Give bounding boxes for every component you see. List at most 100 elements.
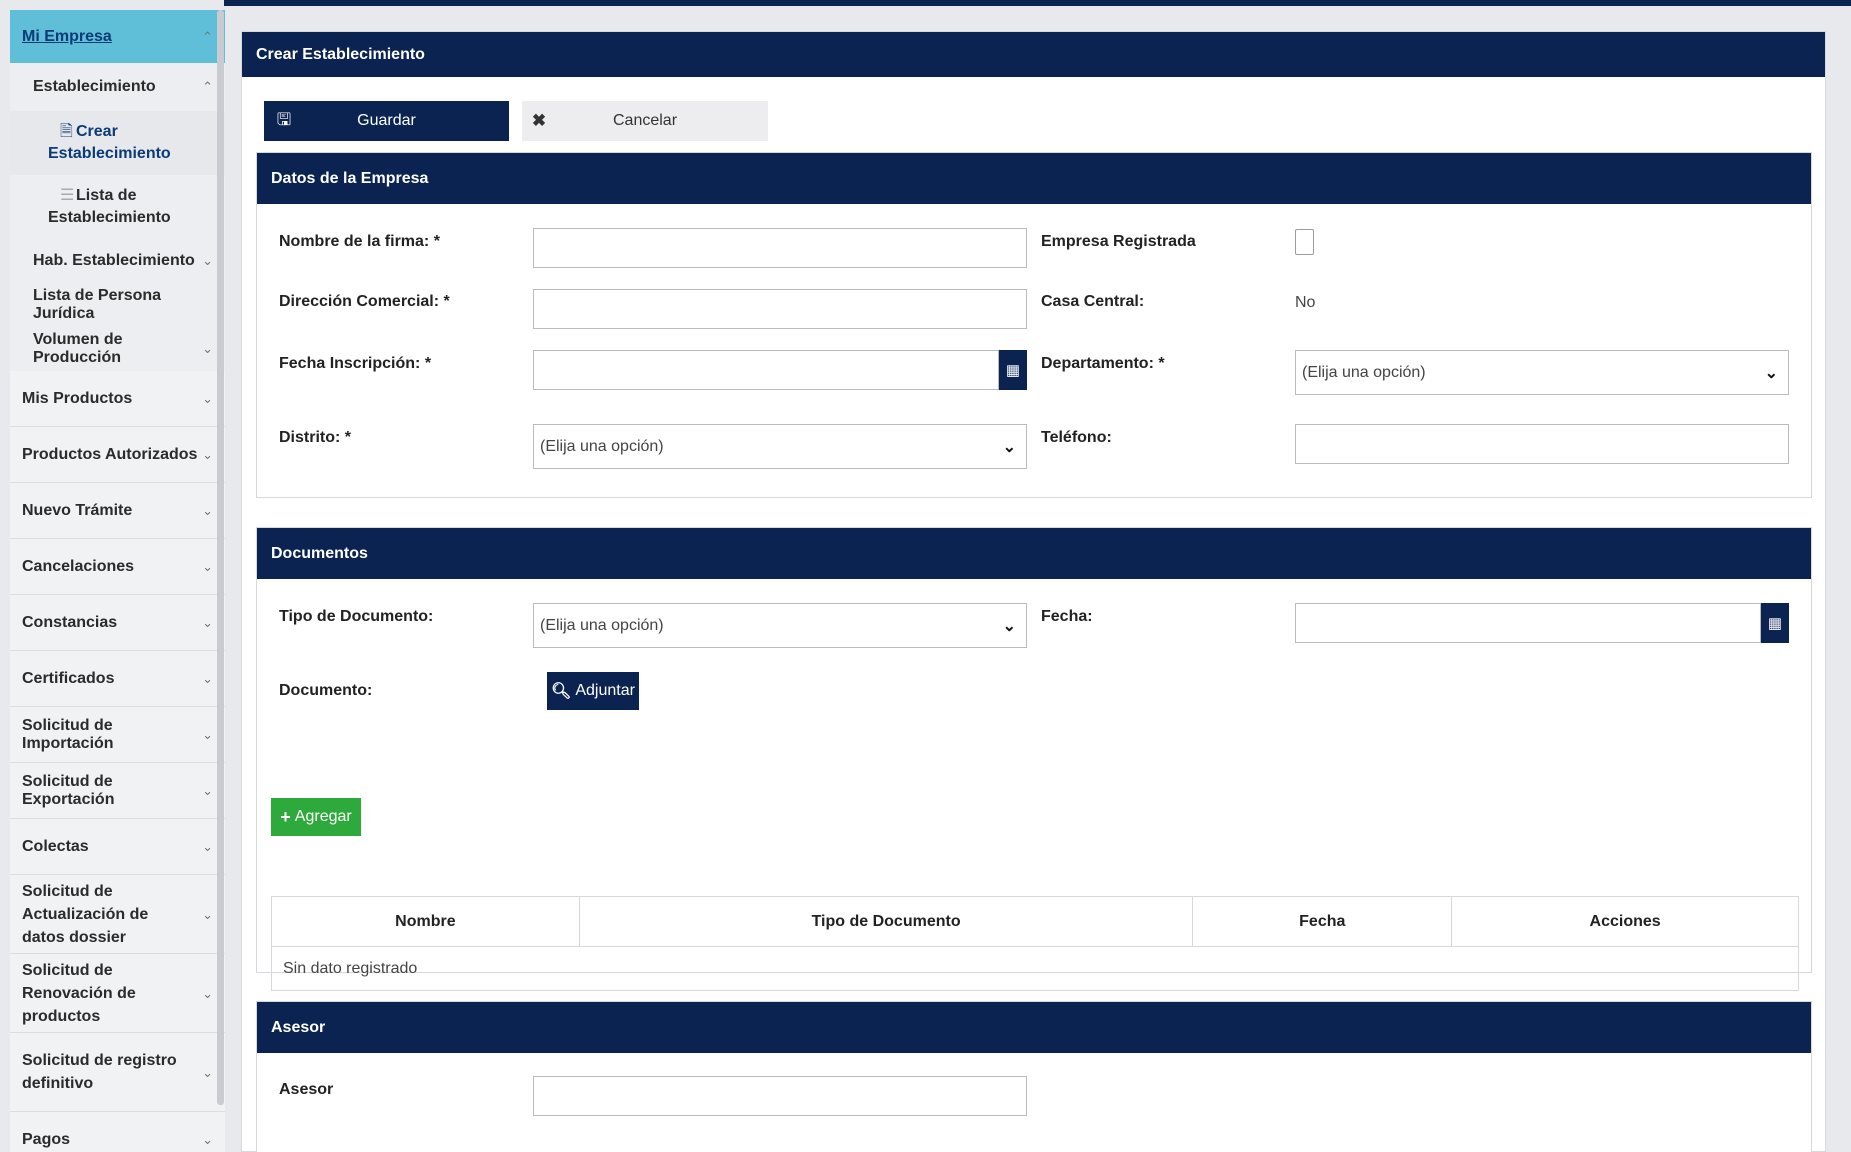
sidebar-item[interactable]: Solicitud de Renovación de productos ⌄ — [10, 954, 225, 1033]
documentos-table: Nombre Tipo de Documento Fecha Acciones … — [271, 896, 1799, 991]
nombre-input[interactable] — [533, 228, 1027, 268]
column-header[interactable]: Acciones — [1451, 896, 1799, 947]
asesor-input[interactable] — [533, 1076, 1027, 1116]
chevron-down-icon: ⌄ — [202, 838, 213, 854]
sidebar-item-label: Constancias — [22, 613, 118, 631]
sidebar-item-persona-juridica[interactable]: Lista de Persona Jurídica — [10, 283, 225, 327]
empresa-section: Datos de la Empresa Nombre de la firma: … — [256, 152, 1812, 498]
telefono-input[interactable] — [1295, 424, 1789, 464]
file-icon: 🗎 — [60, 123, 73, 140]
top-accent-bar — [224, 0, 1851, 6]
sidebar-item-mi-empresa[interactable]: Mi Empresa ⌃ — [10, 10, 225, 63]
sidebar-item-label: datos dossier — [22, 928, 127, 946]
sidebar-item[interactable]: Cancelaciones ⌄ — [10, 539, 225, 595]
agregar-button-label: Agregar — [294, 808, 352, 825]
sidebar-item-hab-establecimiento[interactable]: Hab. Establecimiento ⌄ — [10, 239, 225, 283]
sidebar-item-label: Crear — [76, 123, 118, 140]
close-icon: ✖ — [531, 111, 547, 130]
adjuntar-button[interactable]: 🔍︎ Adjuntar — [547, 672, 639, 710]
chevron-down-icon: ⌄ — [1764, 364, 1778, 382]
sidebar-item-label: Solicitud de Renovación de — [22, 961, 136, 1002]
nombre-label: Nombre de la firma: * — [279, 233, 440, 250]
sidebar-item-label: Cancelaciones — [22, 557, 135, 575]
sidebar-item-label: Pagos — [22, 1130, 71, 1148]
telefono-label: Teléfono: — [1041, 429, 1112, 446]
column-header[interactable]: Nombre — [271, 896, 580, 947]
empresa-registrada-checkbox[interactable] — [1295, 229, 1314, 255]
sidebar-item-label: Lista de — [76, 187, 137, 204]
chevron-down-icon: ⌄ — [202, 670, 213, 686]
chevron-down-icon: ⌄ — [202, 614, 213, 630]
main-panel: Crear Establecimiento 🖫 Guardar ✖ Cancel… — [241, 31, 1826, 1152]
distrito-value: (Elija una opción) — [540, 437, 664, 455]
sidebar-item-label: Establecimiento — [48, 145, 171, 162]
sidebar-item[interactable]: Certificados ⌄ — [10, 651, 225, 707]
page-title: Crear Establecimiento — [242, 32, 1825, 77]
fecha-label: Fecha: — [1041, 608, 1093, 625]
sidebar-item-establecimiento[interactable]: Establecimiento ⌃ — [10, 63, 225, 111]
sidebar-item-label: productos — [22, 1007, 101, 1025]
distrito-label: Distrito: * — [279, 429, 351, 446]
sidebar-item[interactable]: Colectas ⌄ — [10, 819, 225, 875]
section-title: Documentos — [257, 528, 1811, 579]
direccion-input[interactable] — [533, 289, 1027, 329]
sidebar-item-label: Volumen de Producción — [33, 331, 123, 366]
sidebar-item-label: Hab. Establecimiento — [33, 252, 195, 269]
fecha-inscripcion-input[interactable] — [533, 350, 999, 390]
departamento-select[interactable]: (Elija una opción) ⌄ — [1295, 350, 1789, 395]
chevron-down-icon: ⌄ — [202, 906, 213, 922]
sidebar-item[interactable]: Constancias ⌄ — [10, 595, 225, 651]
sidebar-item[interactable]: Mis Productos ⌄ — [10, 371, 225, 427]
fecha-inscripcion-label: Fecha Inscripción: * — [279, 355, 432, 372]
casa-central-value: No — [1295, 294, 1316, 311]
sidebar-item[interactable]: Solicitud de Actualización de datos dossi… — [10, 875, 225, 954]
sidebar-item-label: Establecimiento — [33, 78, 156, 95]
sidebar-item[interactable]: Solicitud de Importación ⌄ — [10, 707, 225, 763]
empresa-registrada-label: Empresa Registrada — [1041, 233, 1196, 250]
chevron-down-icon: ⌄ — [202, 726, 213, 742]
distrito-select[interactable]: (Elija una opción) ⌄ — [533, 424, 1027, 469]
agregar-button[interactable]: + Agregar — [271, 798, 361, 836]
chevron-down-icon: ⌄ — [1002, 617, 1016, 635]
cancel-button[interactable]: ✖ Cancelar — [522, 101, 768, 141]
chevron-down-icon: ⌄ — [202, 446, 213, 462]
chevron-up-icon: ⌃ — [202, 28, 213, 44]
sidebar-item-label: definitivo — [22, 1075, 94, 1092]
sidebar-item[interactable]: Solicitud de Exportación ⌄ — [10, 763, 225, 819]
sidebar-item-label: Solicitud de registro — [22, 1052, 177, 1069]
tipo-documento-select[interactable]: (Elija una opción) ⌄ — [533, 603, 1027, 648]
chevron-down-icon: ⌄ — [202, 341, 213, 356]
sidebar-item[interactable]: Nuevo Trámite ⌄ — [10, 483, 225, 539]
column-header[interactable]: Fecha — [1192, 896, 1453, 947]
chevron-down-icon: ⌄ — [202, 1131, 213, 1147]
chevron-down-icon: ⌄ — [202, 253, 213, 268]
sidebar-item[interactable]: Productos Autorizados ⌄ — [10, 427, 225, 483]
sidebar-item-label: Establecimiento — [48, 209, 171, 226]
fecha-input[interactable] — [1295, 603, 1761, 643]
casa-central-label: Casa Central: — [1041, 293, 1145, 310]
chevron-down-icon: ⌄ — [1002, 438, 1016, 456]
sidebar-item[interactable]: Pagos ⌄ — [10, 1112, 225, 1152]
sidebar-item-volumen-produccion[interactable]: Volumen de Producción ⌄ — [10, 327, 225, 371]
chevron-down-icon: ⌄ — [202, 558, 213, 574]
sidebar-item[interactable]: Solicitud de registro definitivo ⌄ — [10, 1033, 225, 1112]
calendar-icon[interactable]: ▦ — [999, 350, 1027, 390]
sidebar-item-label: Colectas — [22, 837, 89, 855]
documento-label: Documento: — [279, 682, 373, 699]
chevron-down-icon: ⌄ — [202, 390, 213, 406]
calendar-icon[interactable]: ▦ — [1761, 603, 1789, 643]
sidebar-item-crear-establecimiento[interactable]: 🗎 Crear Establecimiento — [10, 111, 225, 175]
sidebar-item-lista-establecimiento[interactable]: ☰ Lista de Establecimiento — [10, 175, 225, 239]
floppy-disk-icon: 🖫 — [276, 109, 292, 129]
sidebar-item-label: Solicitud de Importación — [22, 716, 114, 752]
chevron-down-icon: ⌄ — [202, 1064, 213, 1080]
cancel-button-label: Cancelar — [612, 112, 678, 129]
sidebar-item-label: Nuevo Trámite — [22, 501, 133, 519]
empty-state-text: Sin dato registrado — [271, 946, 1799, 991]
asesor-label: Asesor — [279, 1081, 334, 1098]
column-header[interactable]: Tipo de Documento — [578, 896, 1194, 947]
direccion-label: Dirección Comercial: * — [279, 293, 450, 310]
sidebar: Mi Empresa ⌃ Establecimiento ⌃ 🗎 Crear Es… — [10, 10, 225, 1152]
sidebar-scrollbar[interactable] — [217, 10, 224, 1105]
save-button[interactable]: 🖫 Guardar — [264, 101, 509, 141]
